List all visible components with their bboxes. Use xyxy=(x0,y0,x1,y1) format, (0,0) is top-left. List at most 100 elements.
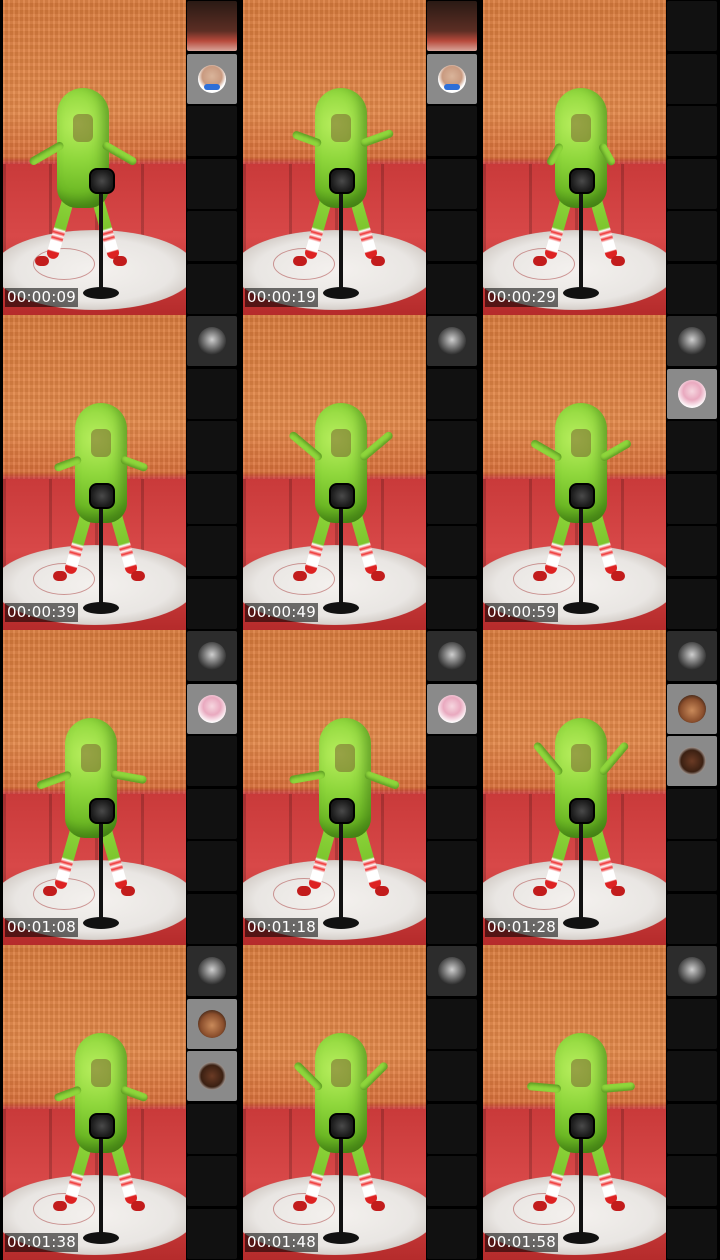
pickle-left-shoe xyxy=(293,1201,307,1211)
participant-avatar-tile[interactable] xyxy=(667,683,717,734)
participant-strip xyxy=(667,0,717,315)
microphone-icon xyxy=(569,483,595,509)
pickle-face xyxy=(571,429,591,457)
frame-timestamp: 00:00:59 xyxy=(485,603,558,622)
avatar xyxy=(198,1062,226,1090)
mic-stand-base xyxy=(83,602,119,614)
participant-avatar-tile[interactable] xyxy=(187,631,237,681)
participant-strip xyxy=(667,630,717,945)
participant-avatar-tile[interactable] xyxy=(187,316,237,366)
mic-stand-base xyxy=(83,287,119,299)
participant-video-tile[interactable] xyxy=(187,1,237,51)
participant-strip xyxy=(187,945,237,1260)
participant-avatar-tile[interactable] xyxy=(187,1051,237,1101)
participant-avatar-tile[interactable] xyxy=(667,946,717,996)
microphone-icon xyxy=(89,168,115,194)
participant-avatar-tile[interactable] xyxy=(667,368,717,419)
frame-timestamp: 00:01:18 xyxy=(245,918,318,937)
empty-slot xyxy=(667,1051,717,1101)
empty-slot xyxy=(427,526,477,576)
avatar xyxy=(438,64,466,93)
frame-cell: 00:00:49 xyxy=(240,315,480,630)
pickle-left-shoe xyxy=(53,1201,67,1211)
microphone-icon xyxy=(569,1113,595,1139)
participant-avatar-tile[interactable] xyxy=(187,683,237,734)
participant-avatar-tile[interactable] xyxy=(427,946,477,996)
participant-strip xyxy=(427,945,477,1260)
video-frame-thumbnail[interactable]: 00:00:19 xyxy=(243,0,426,315)
frame-cell: 00:01:08 xyxy=(0,630,240,945)
empty-slot xyxy=(187,1103,237,1154)
pickle-face xyxy=(331,1059,351,1087)
participant-avatar-tile[interactable] xyxy=(667,631,717,681)
empty-slot xyxy=(427,841,477,891)
pickle-right-shoe xyxy=(375,886,389,896)
empty-slot xyxy=(187,158,237,209)
empty-slot xyxy=(187,1156,237,1206)
empty-slot xyxy=(427,421,477,471)
avatar xyxy=(198,642,226,670)
video-frame-thumbnail[interactable]: 00:01:18 xyxy=(243,630,426,945)
empty-slot xyxy=(187,211,237,261)
participant-avatar-tile[interactable] xyxy=(427,53,477,104)
frame-cell: 00:00:39 xyxy=(0,315,240,630)
empty-slot xyxy=(667,211,717,261)
participant-avatar-tile[interactable] xyxy=(427,631,477,681)
participant-video-tile[interactable] xyxy=(427,1,477,51)
pickle-right-shoe xyxy=(371,571,385,581)
frame-cell: 00:01:28 xyxy=(480,630,720,945)
mic-stand xyxy=(579,1127,583,1239)
mic-stand-base xyxy=(323,602,359,614)
video-frame-thumbnail[interactable]: 00:00:49 xyxy=(243,315,426,630)
empty-slot xyxy=(427,1103,477,1154)
video-frame-thumbnail[interactable]: 00:01:08 xyxy=(3,630,186,945)
pickle-left-shoe xyxy=(43,886,57,896)
video-frame-thumbnail[interactable]: 00:00:09 xyxy=(3,0,186,315)
avatar xyxy=(198,64,226,93)
microphone-icon xyxy=(569,168,595,194)
participant-avatar-tile[interactable] xyxy=(667,316,717,366)
pickle-left-shoe xyxy=(533,1201,547,1211)
avatar xyxy=(198,957,226,985)
empty-slot xyxy=(427,1051,477,1101)
video-frame-thumbnail[interactable]: 00:01:38 xyxy=(3,945,186,1260)
empty-slot xyxy=(427,263,477,314)
participant-avatar-tile[interactable] xyxy=(427,316,477,366)
video-frame-thumbnail[interactable]: 00:00:29 xyxy=(483,0,666,315)
mic-stand-base xyxy=(563,1232,599,1244)
microphone-icon xyxy=(89,798,115,824)
participant-avatar-tile[interactable] xyxy=(187,53,237,104)
pickle-right-shoe xyxy=(121,886,135,896)
pickle-face xyxy=(73,114,93,142)
empty-slot xyxy=(427,578,477,629)
participant-strip xyxy=(667,315,717,630)
participant-avatar-tile[interactable] xyxy=(187,946,237,996)
mic-stand xyxy=(99,1127,103,1239)
empty-slot xyxy=(427,1208,477,1259)
mic-stand xyxy=(339,182,343,294)
video-frame-thumbnail[interactable]: 00:01:28 xyxy=(483,630,666,945)
pickle-right-shoe xyxy=(611,886,625,896)
microphone-icon xyxy=(329,483,355,509)
empty-slot xyxy=(187,893,237,944)
pickle-right-shoe xyxy=(611,1201,625,1211)
avatar xyxy=(678,642,706,670)
pickle-left-shoe xyxy=(533,886,547,896)
mic-stand xyxy=(339,497,343,609)
participant-face-image xyxy=(187,1,237,51)
mic-stand-base xyxy=(83,917,119,929)
frame-cell: 00:01:58 xyxy=(480,945,720,1260)
video-frame-thumbnail[interactable]: 00:01:48 xyxy=(243,945,426,1260)
pickle-left-shoe xyxy=(297,886,311,896)
participant-strip xyxy=(427,630,477,945)
mic-stand xyxy=(99,182,103,294)
empty-slot xyxy=(187,578,237,629)
video-frame-thumbnail[interactable]: 00:00:39 xyxy=(3,315,186,630)
participant-avatar-tile[interactable] xyxy=(667,736,717,786)
participant-avatar-tile[interactable] xyxy=(427,683,477,734)
pickle-face xyxy=(335,744,355,772)
participant-avatar-tile[interactable] xyxy=(187,998,237,1049)
video-frame-thumbnail[interactable]: 00:01:58 xyxy=(483,945,666,1260)
empty-slot xyxy=(667,841,717,891)
video-frame-thumbnail[interactable]: 00:00:59 xyxy=(483,315,666,630)
